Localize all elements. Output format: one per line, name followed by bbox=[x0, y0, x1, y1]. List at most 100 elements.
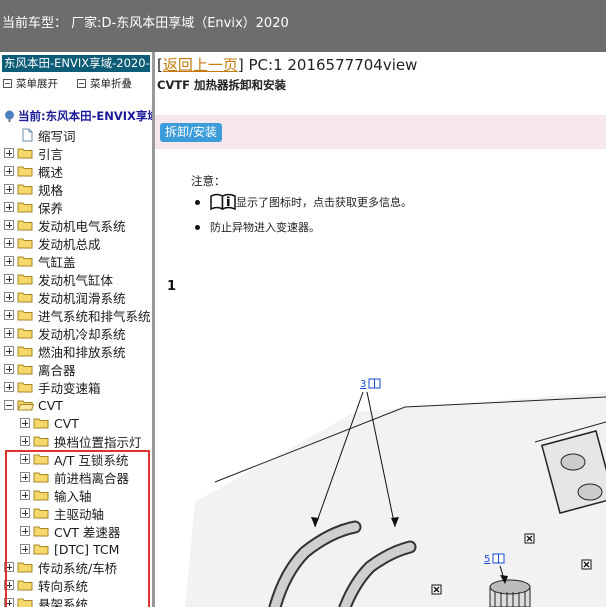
expand-toggle-icon[interactable] bbox=[4, 346, 14, 356]
collapse-icon bbox=[77, 79, 86, 88]
expand-toggle-icon[interactable] bbox=[20, 472, 30, 482]
tree-item[interactable]: 悬架系统 bbox=[4, 594, 88, 607]
content-pane: [返回上一页] PC:1 2016577704view CVTF 加热器拆卸和安… bbox=[155, 52, 606, 607]
expand-toggle-icon[interactable] bbox=[4, 562, 14, 572]
tree-item-label: 概述 bbox=[38, 164, 64, 180]
tree-item[interactable]: 发动机润滑系统 bbox=[4, 288, 126, 306]
tree-item[interactable]: 手动变速箱 bbox=[4, 378, 101, 396]
vehicle-model-title: 当前车型： 厂家:D-东风本田享域（Envix）2020 bbox=[2, 16, 289, 31]
back-link[interactable]: 返回上一页 bbox=[163, 56, 238, 74]
expand-toggle-icon[interactable] bbox=[4, 238, 14, 248]
folder-icon bbox=[33, 472, 49, 483]
tree-item-label: 缩写词 bbox=[38, 128, 76, 144]
folder-icon bbox=[17, 256, 33, 267]
tree-item-label: 燃油和排放系统 bbox=[38, 344, 126, 360]
tree-item[interactable]: 离合器 bbox=[4, 360, 76, 378]
tree-child-item[interactable]: [DTC] TCM bbox=[20, 540, 119, 558]
expand-toggle-icon[interactable] bbox=[4, 256, 14, 266]
expand-icon bbox=[3, 79, 12, 88]
sidebar: 东风本田-ENVIX享域-2020- 菜单展开 菜单折叠 当前:东风本田-ENV… bbox=[0, 52, 152, 607]
tree-item-label: 发动机总成 bbox=[38, 236, 101, 252]
tree-item[interactable]: 气缸盖 bbox=[4, 252, 76, 270]
expand-menu-button[interactable]: 菜单展开 bbox=[3, 76, 58, 91]
sidebar-header[interactable]: 东风本田-ENVIX享域-2020- bbox=[2, 55, 150, 72]
expand-toggle-icon[interactable] bbox=[20, 454, 30, 464]
tree-item[interactable]: 保养 bbox=[4, 198, 63, 216]
step-number: 1 bbox=[167, 279, 177, 294]
tree-item[interactable]: CVT bbox=[4, 396, 63, 414]
folder-icon bbox=[33, 436, 49, 447]
tree-item-label: 发动机冷却系统 bbox=[38, 326, 126, 342]
folder-icon bbox=[17, 238, 33, 249]
note-item: 防止异物进入变速器。 bbox=[195, 219, 320, 235]
expand-toggle-icon[interactable] bbox=[20, 508, 30, 518]
tree-item[interactable]: 发动机电气系统 bbox=[4, 216, 126, 234]
callout-3-book-icon[interactable] bbox=[368, 378, 381, 389]
tree-child-item[interactable]: CVT bbox=[20, 414, 79, 432]
tree-child-item[interactable]: CVT 差速器 bbox=[20, 522, 120, 540]
folder-icon bbox=[17, 292, 33, 303]
tree-item[interactable]: 转向系统 bbox=[4, 576, 88, 594]
folder-icon bbox=[33, 526, 49, 537]
collapse-menu-button[interactable]: 菜单折叠 bbox=[77, 76, 132, 91]
tree-item[interactable]: 进气系统和排气系统 bbox=[4, 306, 151, 324]
expand-toggle-icon[interactable] bbox=[4, 598, 14, 607]
expand-toggle-icon[interactable] bbox=[4, 274, 14, 284]
tree-item-label: 发动机电气系统 bbox=[38, 218, 126, 234]
expand-toggle-icon[interactable] bbox=[4, 310, 14, 320]
expand-toggle-icon[interactable] bbox=[4, 382, 14, 392]
callout-3[interactable]: 3 bbox=[360, 379, 366, 390]
expand-toggle-icon[interactable] bbox=[20, 418, 30, 428]
expand-toggle-icon[interactable] bbox=[4, 148, 14, 158]
expand-toggle-icon[interactable] bbox=[4, 328, 14, 338]
expand-toggle-icon[interactable] bbox=[4, 166, 14, 176]
expand-toggle-icon[interactable] bbox=[20, 490, 30, 500]
expand-toggle-icon[interactable] bbox=[20, 544, 30, 554]
folder-icon bbox=[17, 346, 33, 357]
expand-toggle-icon[interactable] bbox=[20, 526, 30, 536]
tree-item[interactable]: 发动机总成 bbox=[4, 234, 101, 252]
tree-item[interactable]: 传动系统/车桥 bbox=[4, 558, 117, 576]
callout-5-book-icon[interactable] bbox=[492, 553, 505, 564]
tree-child-item[interactable]: 换档位置指示灯 bbox=[20, 432, 142, 450]
tree-item-label: 传动系统/车桥 bbox=[38, 560, 118, 576]
expand-toggle-icon[interactable] bbox=[4, 364, 14, 374]
tree-item[interactable]: 概述 bbox=[4, 162, 63, 180]
tree-item-label: 换档位置指示灯 bbox=[54, 434, 142, 450]
document-icon bbox=[22, 128, 33, 142]
tab-remove-install[interactable]: 拆卸/安装 bbox=[160, 123, 223, 142]
folder-icon bbox=[17, 382, 33, 393]
tree-child-item[interactable]: 输入轴 bbox=[20, 486, 92, 504]
expand-toggle-icon[interactable] bbox=[4, 580, 14, 590]
folder-icon bbox=[33, 508, 49, 519]
current-location[interactable]: 当前:东风本田-ENVIX享域 bbox=[4, 108, 152, 124]
tree-child-item[interactable]: A/T 互锁系统 bbox=[20, 450, 128, 468]
tree-item[interactable]: 发动机冷却系统 bbox=[4, 324, 126, 342]
collapse-menu-label: 菜单折叠 bbox=[90, 78, 132, 90]
expand-toggle-icon[interactable] bbox=[4, 220, 14, 230]
tree-item[interactable]: 缩写词 bbox=[22, 126, 76, 144]
expand-toggle-icon[interactable] bbox=[4, 292, 14, 302]
tree-item[interactable]: 发动机气缸体 bbox=[4, 270, 113, 288]
callout-5[interactable]: 5 bbox=[484, 554, 490, 565]
expand-toggle-icon[interactable] bbox=[4, 184, 14, 194]
collapse-toggle-icon[interactable] bbox=[4, 400, 14, 410]
tree-child-item[interactable]: 前进档离合器 bbox=[20, 468, 129, 486]
note-label: 注意： bbox=[191, 174, 226, 188]
expand-toggle-icon[interactable] bbox=[20, 436, 30, 446]
folder-icon bbox=[33, 454, 49, 465]
tree-item[interactable]: 引言 bbox=[4, 144, 63, 162]
folder-icon bbox=[17, 166, 33, 177]
tree-item[interactable]: 燃油和排放系统 bbox=[4, 342, 126, 360]
tree-item-label: 离合器 bbox=[38, 362, 76, 378]
tree-item-label: CVT bbox=[38, 397, 63, 413]
folder-icon bbox=[33, 544, 49, 555]
tree-item-label: 悬架系统 bbox=[38, 596, 89, 607]
tree-item-label: CVT 差速器 bbox=[54, 524, 121, 540]
tree-item[interactable]: 规格 bbox=[4, 180, 63, 198]
expand-toggle-icon[interactable] bbox=[4, 202, 14, 212]
tree-item-label: 主驱动轴 bbox=[54, 506, 105, 522]
tree-child-item[interactable]: 主驱动轴 bbox=[20, 504, 104, 522]
tree-item-label: 前进档离合器 bbox=[54, 470, 130, 486]
info-book-icon bbox=[210, 193, 236, 211]
